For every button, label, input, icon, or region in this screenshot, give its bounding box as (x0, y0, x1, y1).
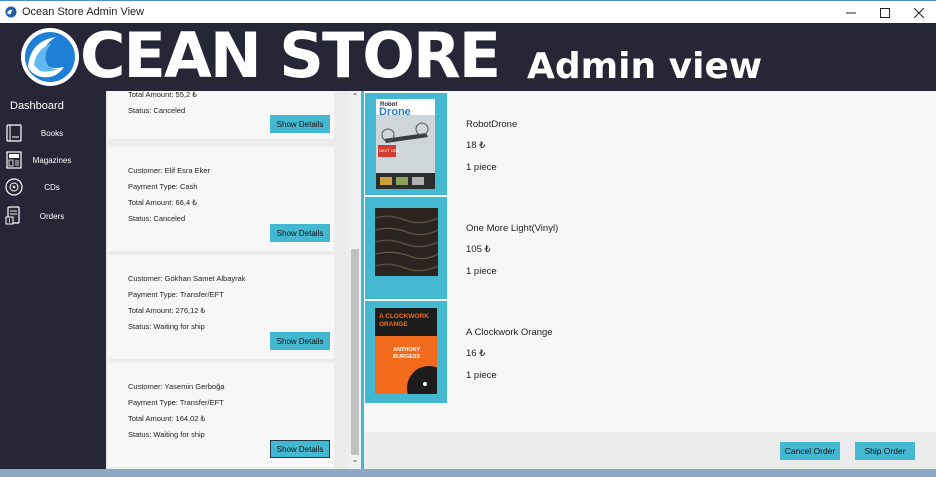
magazine-icon (6, 151, 22, 169)
svg-text:ANTHONY: ANTHONY (393, 347, 421, 353)
product-item: Robot Drone NEXT GEN RobotDrone 18 ₺ 1 p… (365, 93, 936, 195)
robot-drone-magazine-cover: Robot Drone NEXT GEN (376, 99, 435, 189)
orders-list[interactable]: Total Amount: 55,2 ₺ Status: Canceled Sh… (106, 91, 361, 469)
brand-subtitle: Admin view (527, 46, 763, 87)
app-logo-icon (5, 6, 17, 18)
order-details-panel: Robot Drone NEXT GEN RobotDrone 18 ₺ 1 p… (364, 91, 936, 469)
product-price: 18 ₺ (466, 140, 486, 151)
product-quantity: 1 piece (466, 266, 497, 277)
header-banner: CEAN STORE Admin view (0, 23, 936, 91)
sidebar-item-cds[interactable]: CDs (0, 174, 106, 200)
brand-title: CEAN STORE (80, 23, 501, 91)
product-item: A CLOCKWORK ORANGE ANTHONY BURGESS A Clo… (365, 301, 936, 403)
orders-icon (5, 206, 20, 225)
order-card: Customer: Elif Esra Eker Payment Type: C… (108, 147, 334, 251)
cd-icon (5, 178, 23, 196)
product-quantity: 1 piece (466, 370, 497, 381)
maximize-icon (880, 7, 890, 18)
order-actions-bar: Cancel Order Ship Order (364, 432, 936, 469)
order-total: Total Amount: 276,12 ₺ (128, 306, 206, 315)
order-payment: Payment Type: Transfer/EFT (128, 290, 224, 299)
sidebar-item-books[interactable]: Books (0, 120, 106, 146)
minimize-icon (846, 12, 856, 13)
product-item: One More Light(Vinyl) 105 ₺ 1 piece (365, 197, 936, 299)
order-customer: Customer: Elif Esra Eker (128, 166, 211, 175)
sidebar-item-label: CDs (44, 182, 60, 192)
product-quantity: 1 piece (466, 162, 497, 173)
order-total: Total Amount: 55,2 ₺ (128, 91, 197, 99)
show-details-button[interactable]: Show Details (270, 440, 330, 458)
product-thumbnail: A CLOCKWORK ORANGE ANTHONY BURGESS (365, 301, 447, 403)
order-card: Customer: Gökhan Samet Albayrak Payment … (108, 255, 334, 359)
show-details-button[interactable]: Show Details (270, 115, 330, 133)
maximize-button[interactable] (868, 1, 902, 24)
order-card: Total Amount: 55,2 ₺ Status: Canceled Sh… (108, 91, 334, 139)
show-details-button[interactable]: Show Details (270, 224, 330, 242)
order-status: Status: Canceled (128, 106, 186, 115)
sidebar-item-label: Magazines (32, 155, 72, 165)
close-icon (914, 7, 924, 18)
svg-text:NEXT GEN: NEXT GEN (379, 148, 399, 153)
product-price: 105 ₺ (466, 244, 491, 255)
window-title: Ocean Store Admin View (22, 6, 145, 18)
order-total: Total Amount: 164,02 ₺ (128, 414, 206, 423)
order-total: Total Amount: 66,4 ₺ (128, 198, 197, 207)
order-payment: Payment Type: Transfer/EFT (128, 398, 224, 407)
order-customer: Customer: Yasemin Gerboğa (128, 382, 225, 391)
sidebar-item-label: Books (40, 128, 64, 138)
order-card: Customer: Yasemin Gerboğa Payment Type: … (108, 363, 334, 467)
product-thumbnail: Robot Drone NEXT GEN (365, 93, 447, 195)
scrollbar-thumb[interactable] (351, 249, 359, 455)
cancel-order-button[interactable]: Cancel Order (780, 442, 840, 460)
order-customer: Customer: Gökhan Samet Albayrak (128, 274, 246, 283)
scroll-up-icon[interactable]: ⌃ (349, 92, 361, 101)
sidebar-item-magazines[interactable]: Magazines (0, 147, 106, 173)
order-status: Status: Waiting for ship (128, 430, 205, 439)
close-button[interactable] (902, 1, 936, 24)
svg-text:A CLOCKWORK: A CLOCKWORK (379, 313, 429, 320)
scroll-down-icon[interactable]: ⌄ (349, 455, 361, 464)
window-titlebar: Ocean Store Admin View (0, 0, 936, 23)
ocean-wave-logo-icon (21, 28, 79, 86)
sidebar: Dashboard Books Magazines CDs Orders (0, 91, 106, 469)
ship-order-button[interactable]: Ship Order (855, 442, 915, 460)
sidebar-item-orders[interactable]: Orders (0, 203, 106, 229)
product-thumbnail (365, 197, 447, 299)
minimize-button[interactable] (834, 1, 868, 24)
show-details-button[interactable]: Show Details (270, 332, 330, 350)
vinyl-album-cover (375, 208, 438, 276)
product-name: RobotDrone (466, 119, 518, 130)
dashboard-title: Dashboard (10, 100, 64, 112)
product-price: 16 ₺ (466, 348, 486, 359)
svg-text:ORANGE: ORANGE (379, 321, 408, 328)
svg-text:BURGESS: BURGESS (393, 354, 421, 360)
order-status: Status: Waiting for ship (128, 322, 205, 331)
order-status: Status: Canceled (128, 214, 186, 223)
product-name: One More Light(Vinyl) (466, 223, 559, 234)
orders-scrollbar[interactable]: ⌃ ⌄ (349, 91, 361, 469)
sidebar-item-label: Orders (39, 211, 65, 221)
order-payment: Payment Type: Cash (128, 182, 198, 191)
product-name: A Clockwork Orange (466, 327, 553, 338)
book-icon (6, 124, 22, 142)
clockwork-orange-book-cover: A CLOCKWORK ORANGE ANTHONY BURGESS (375, 308, 437, 394)
window-bottom-border (0, 469, 936, 477)
